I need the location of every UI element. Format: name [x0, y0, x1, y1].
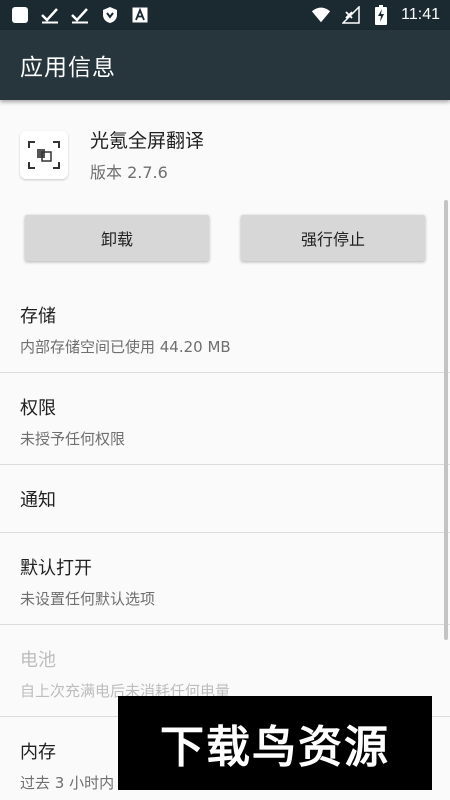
- app-text: 光氪全屏翻译 版本 2.7.6: [90, 126, 204, 183]
- app-bar: 应用信息: [0, 30, 450, 100]
- section-open-by-default[interactable]: 默认打开 未设置任何默认选项: [0, 554, 450, 609]
- uninstall-button[interactable]: 卸载: [25, 215, 209, 261]
- section-title: 权限: [20, 398, 56, 419]
- divider: [0, 532, 450, 533]
- section-battery: 电池 自上次充满电后未消耗任何电量: [0, 646, 450, 701]
- check-icon: [70, 5, 90, 25]
- a-icon: [130, 5, 150, 25]
- divider: [0, 464, 450, 465]
- watermark-logo: 下载鸟资源: [118, 696, 432, 790]
- app-icon: [20, 130, 68, 179]
- section-subtitle: 内部存储空间已使用 44.20 MB: [20, 338, 231, 356]
- status-left-icons: [10, 5, 150, 25]
- translate-icon: [28, 140, 60, 169]
- section-title: 默认打开: [20, 558, 92, 579]
- divider: [0, 372, 450, 373]
- battery-charging-icon: [371, 5, 391, 25]
- scrollbar[interactable]: [444, 200, 448, 640]
- app-version: 版本 2.7.6: [90, 163, 168, 182]
- section-permissions[interactable]: 权限 未授予任何权限: [0, 394, 450, 449]
- section-title: 存储: [20, 306, 56, 327]
- square-icon: [10, 5, 30, 25]
- wifi-icon: [311, 5, 331, 25]
- section-subtitle: 未授予任何权限: [20, 430, 126, 448]
- divider: [0, 624, 450, 625]
- page-title: 应用信息: [20, 55, 116, 81]
- shield-icon: [100, 5, 120, 25]
- status-time: 11:41: [401, 6, 440, 23]
- no-signal-icon: [341, 5, 361, 25]
- section-title: 电池: [20, 650, 56, 671]
- section-notifications[interactable]: 通知: [0, 486, 450, 512]
- force-stop-button[interactable]: 强行停止: [241, 215, 425, 261]
- app-name: 光氪全屏翻译: [90, 130, 205, 152]
- status-bar: 11:41: [0, 0, 450, 30]
- section-title: 通知: [20, 490, 56, 511]
- section-storage[interactable]: 存储 内部存储空间已使用 44.20 MB: [0, 302, 450, 357]
- app-header: 光氪全屏翻译 版本 2.7.6: [20, 126, 204, 183]
- check-icon: [40, 5, 60, 25]
- app-info-content[interactable]: 光氪全屏翻译 版本 2.7.6 卸载 强行停止 存储 内部存储空间已使用 44.…: [0, 100, 450, 800]
- section-subtitle: 未设置任何默认选项: [20, 590, 156, 608]
- status-right-icons: 11:41: [311, 5, 440, 25]
